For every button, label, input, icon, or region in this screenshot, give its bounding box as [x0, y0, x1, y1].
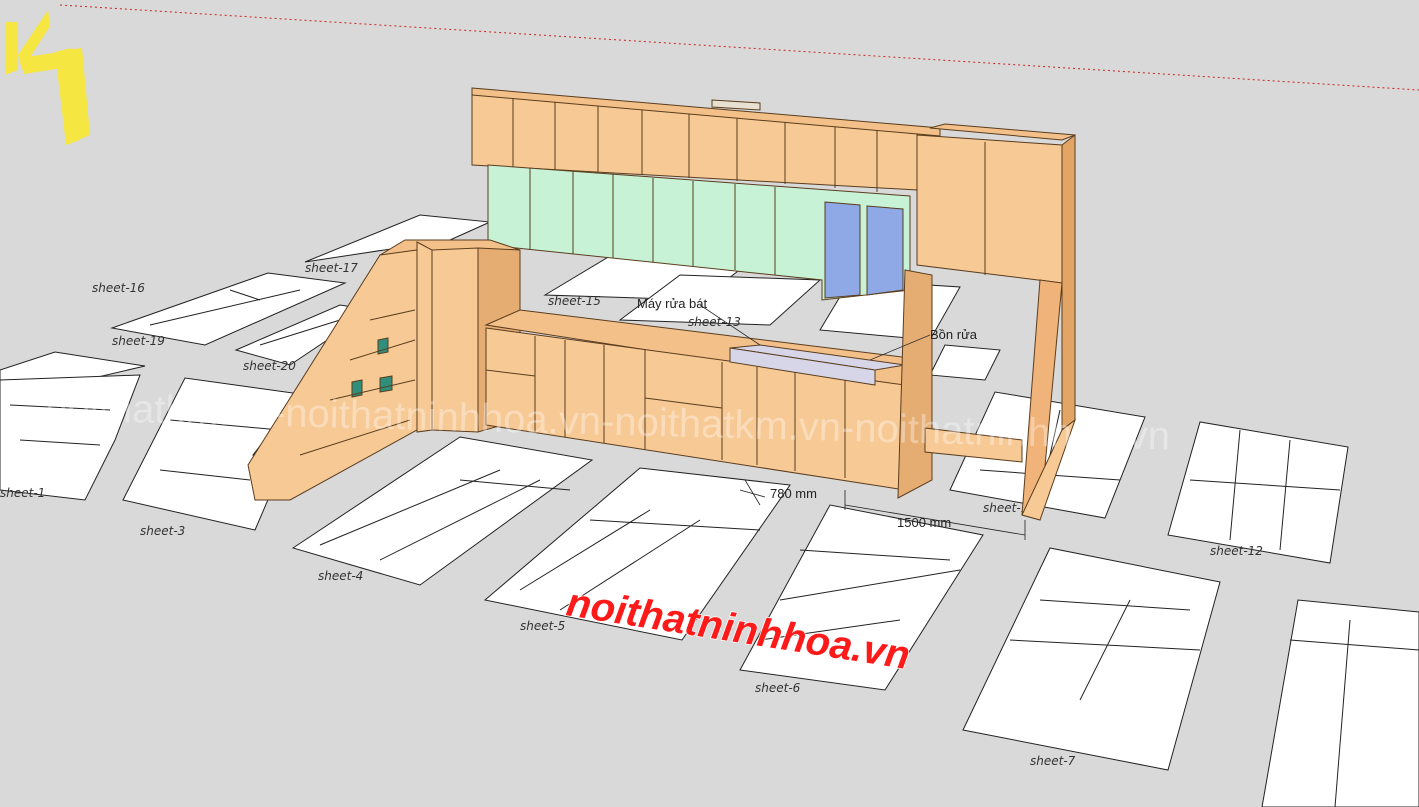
- red-axis-line: [59, 4, 1419, 91]
- modeling-viewport[interactable]: sheet-1 sheet-3 sheet-4 sheet-5 sheet-6 …: [0, 0, 1419, 807]
- width-dimension-text: 1500 mm: [897, 515, 951, 530]
- sheet-label: sheet-17: [305, 261, 358, 275]
- depth-dimension-text: 780 mm: [770, 486, 817, 501]
- sheet-panel[interactable]: [1167, 421, 1349, 564]
- sheet-label: sheet-4: [318, 569, 363, 583]
- dishwasher-callout-text: Máy rửa bát: [637, 296, 708, 311]
- sheet-panel[interactable]: [962, 547, 1221, 771]
- sheet-label: sheet-3: [140, 524, 185, 538]
- blue-glass-door[interactable]: [824, 201, 861, 299]
- sheet-label: sheet-20: [243, 359, 296, 373]
- blue-glass-door[interactable]: [866, 205, 904, 296]
- sheet-label: sheet-6: [755, 681, 801, 695]
- sink-callout-text: Bồn rửa: [930, 327, 978, 342]
- sheet-label: sheet-1: [0, 486, 45, 500]
- sheet-label: sheet-7: [1030, 754, 1076, 768]
- sheet-label: sheet-19: [112, 334, 165, 348]
- sheet-label: sheet-12: [1210, 544, 1263, 558]
- sheet-label: sheet-5: [520, 619, 565, 633]
- sheet-panel[interactable]: [1261, 599, 1419, 807]
- sheet-label: sheet-16: [92, 281, 145, 295]
- sheet-layouts: [0, 214, 1419, 807]
- scene-canvas[interactable]: sheet-1 sheet-3 sheet-4 sheet-5 sheet-6 …: [0, 0, 1419, 807]
- km-logo: [5, 10, 90, 145]
- sheet-label: sheet-15: [548, 294, 601, 308]
